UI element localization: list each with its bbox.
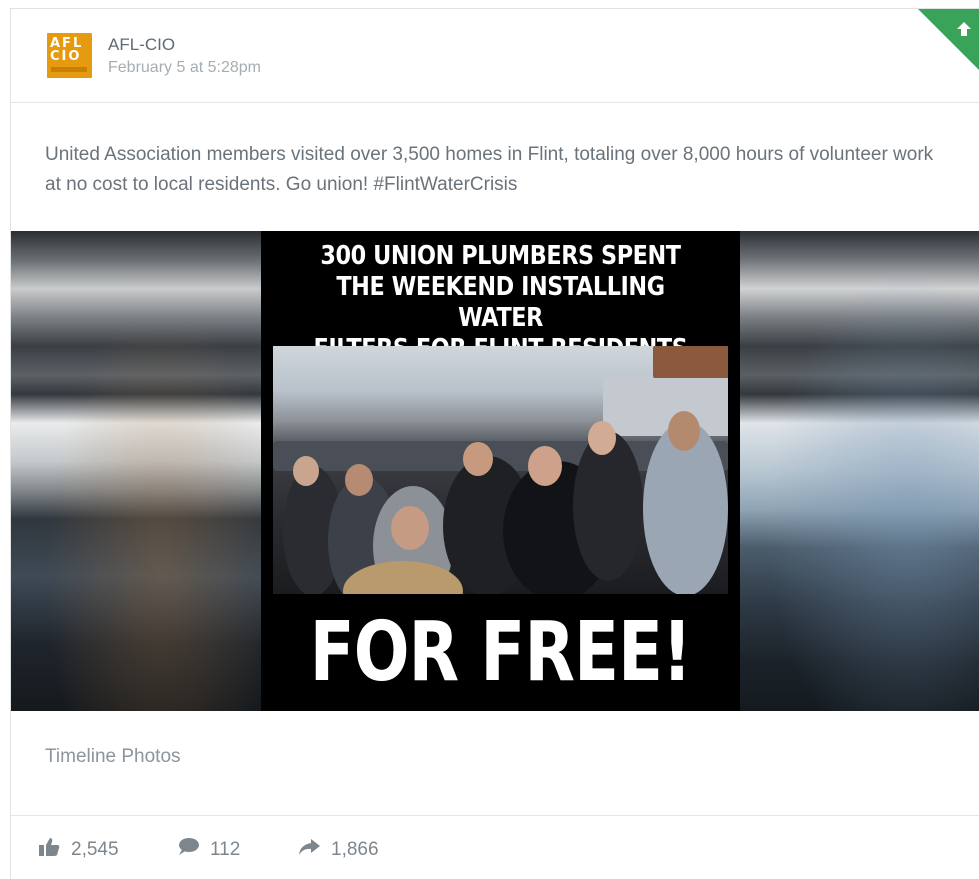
- shares-count: 1,866: [331, 839, 379, 860]
- engagement-stats: 2,545 112 1,866: [11, 835, 979, 865]
- likes-stat[interactable]: 2,545: [39, 835, 119, 865]
- page-logo[interactable]: AFL CIO: [47, 33, 92, 78]
- shares-stat[interactable]: 1,866: [297, 835, 379, 865]
- blurred-background-left: [11, 231, 261, 711]
- logo-line-2: CIO: [50, 49, 82, 64]
- post-timestamp[interactable]: February 5 at 5:28pm: [108, 59, 261, 77]
- speech-bubble-icon: [176, 837, 200, 863]
- author-name[interactable]: AFL-CIO: [108, 35, 175, 55]
- share-arrow-icon: [297, 837, 321, 863]
- stats-divider: [11, 815, 979, 816]
- comments-stat[interactable]: 112: [176, 835, 240, 865]
- comments-count: 112: [210, 839, 241, 860]
- blurred-background-right: [740, 231, 979, 711]
- photo-album-link[interactable]: Timeline Photos: [45, 746, 181, 768]
- post-card: AFL CIO AFL-CIO February 5 at 5:28pm Uni…: [10, 8, 979, 879]
- post-message: United Association members visited over …: [45, 144, 934, 195]
- crowd-photo: [273, 346, 728, 594]
- post-photo[interactable]: 300 UNION PLUMBERS SPENT THE WEEKEND INS…: [11, 231, 979, 711]
- logo-bar: [51, 67, 87, 72]
- poster-footer: FOR FREE!: [309, 605, 692, 700]
- post-header: AFL CIO AFL-CIO February 5 at 5:28pm: [11, 9, 979, 103]
- likes-count: 2,545: [71, 839, 119, 860]
- headline-line-2: THE WEEKEND INSTALLING WATER: [336, 272, 665, 333]
- poster-image: 300 UNION PLUMBERS SPENT THE WEEKEND INS…: [261, 231, 740, 711]
- thumbs-up-icon: [39, 837, 61, 863]
- headline-line-1: 300 UNION PLUMBERS SPENT: [320, 241, 681, 271]
